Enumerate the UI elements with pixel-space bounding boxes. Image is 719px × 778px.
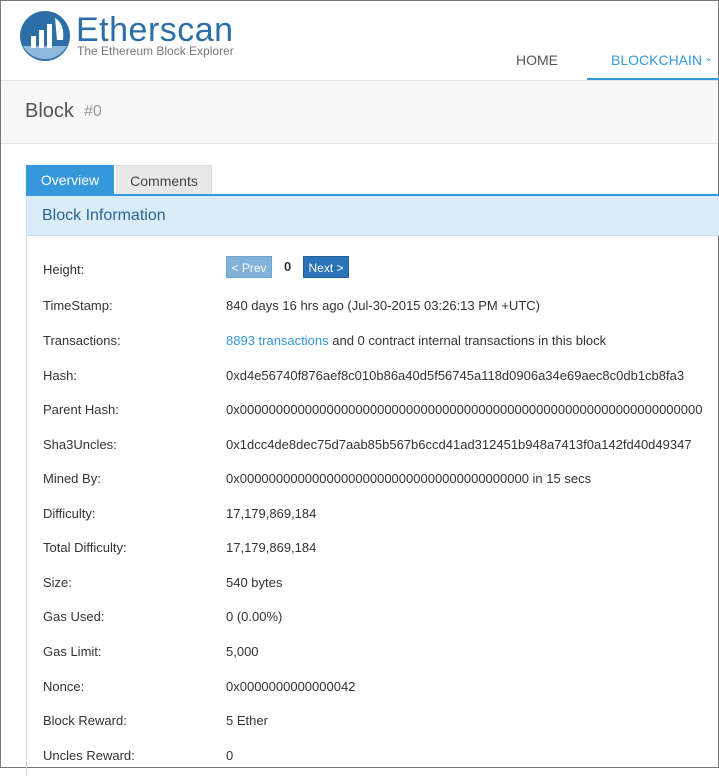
row-block-reward: Block Reward: 5 Ether bbox=[27, 713, 719, 743]
tab-overview[interactable]: Overview bbox=[26, 165, 114, 195]
row-parent-hash: Parent Hash: 0x0000000000000000000000000… bbox=[27, 402, 719, 432]
sha3uncles-label: Sha3Uncles: bbox=[43, 437, 117, 452]
brand-tagline: The Ethereum Block Explorer bbox=[77, 44, 234, 58]
block-number: #0 bbox=[84, 103, 102, 120]
parent-hash-label: Parent Hash: bbox=[43, 402, 119, 417]
difficulty-label: Difficulty: bbox=[43, 506, 96, 521]
total-difficulty-value: 17,179,869,184 bbox=[226, 540, 317, 555]
difficulty-value: 17,179,869,184 bbox=[226, 506, 317, 521]
uncles-reward-label: Uncles Reward: bbox=[43, 748, 135, 763]
nav-home-link[interactable]: HOME bbox=[516, 52, 558, 68]
transactions-link[interactable]: 8893 transactions bbox=[226, 333, 329, 348]
row-difficulty: Difficulty: 17,179,869,184 bbox=[27, 506, 719, 536]
row-gas-limit: Gas Limit: 5,000 bbox=[27, 644, 719, 674]
page-title: Block bbox=[25, 100, 74, 122]
page-title-bar: Block #0 bbox=[1, 81, 718, 144]
row-timestamp: TimeStamp: 840 days 16 hrs ago (Jul-30-2… bbox=[27, 298, 719, 328]
nav-blockchain-label: BLOCKCHAIN bbox=[611, 52, 703, 68]
row-hash: Hash: 0xd4e56740f876aef8c010b86a40d5f567… bbox=[27, 368, 719, 398]
row-nonce: Nonce: 0x0000000000000042 bbox=[27, 679, 719, 709]
parent-hash-value: 0x00000000000000000000000000000000000000… bbox=[226, 402, 703, 417]
gas-used-label: Gas Used: bbox=[43, 609, 105, 624]
row-total-difficulty: Total Difficulty: 17,179,869,184 bbox=[27, 540, 719, 570]
row-height: Height: < Prev 0 Next > bbox=[27, 256, 719, 292]
gas-used-value: 0 (0.00%) bbox=[226, 609, 283, 624]
etherscan-logo-icon[interactable] bbox=[19, 10, 71, 62]
total-difficulty-label: Total Difficulty: bbox=[43, 540, 127, 555]
height-value: 0 bbox=[284, 259, 292, 274]
chevron-down-icon: ⌄ bbox=[704, 52, 714, 64]
hash-label: Hash: bbox=[43, 368, 77, 383]
gas-limit-label: Gas Limit: bbox=[43, 644, 102, 659]
block-info-panel: Block Information Height: < Prev 0 Next … bbox=[26, 196, 719, 776]
block-reward-label: Block Reward: bbox=[43, 713, 127, 728]
nonce-value: 0x0000000000000042 bbox=[226, 679, 356, 694]
nav-blockchain-menu[interactable]: BLOCKCHAIN ⌄ bbox=[587, 40, 719, 80]
uncles-reward-value: 0 bbox=[226, 748, 234, 763]
hash-value: 0xd4e56740f876aef8c010b86a40d5f56745a118… bbox=[226, 368, 685, 383]
height-label: Height: bbox=[43, 262, 85, 277]
nonce-label: Nonce: bbox=[43, 679, 85, 694]
panel-title: Block Information bbox=[42, 207, 166, 224]
row-size: Size: 540 bytes bbox=[27, 575, 719, 605]
size-label: Size: bbox=[43, 575, 72, 590]
site-header: Etherscan The Ethereum Block Explorer HO… bbox=[1, 1, 719, 81]
row-gas-used: Gas Used: 0 (0.00%) bbox=[27, 609, 719, 639]
timestamp-label: TimeStamp: bbox=[43, 298, 113, 313]
panel-header: Block Information bbox=[27, 196, 719, 236]
row-transactions: Transactions: 8893 transactions and 0 co… bbox=[27, 333, 719, 363]
block-reward-value: 5 Ether bbox=[226, 713, 268, 728]
transactions-value: 8893 transactions and 0 contract interna… bbox=[226, 333, 606, 348]
next-block-button[interactable]: Next > bbox=[303, 256, 349, 278]
transactions-label: Transactions: bbox=[43, 333, 121, 348]
prev-block-button[interactable]: < Prev bbox=[226, 256, 272, 278]
row-mined-by: Mined By: 0x0000000000000000000000000000… bbox=[27, 471, 719, 501]
tab-comments[interactable]: Comments bbox=[116, 165, 212, 195]
row-sha3uncles: Sha3Uncles: 0x1dcc4de8dec75d7aab85b567b6… bbox=[27, 437, 719, 467]
mined-by-label: Mined By: bbox=[43, 471, 101, 486]
size-value: 540 bytes bbox=[226, 575, 283, 590]
mined-by-value: 0x00000000000000000000000000000000000000… bbox=[226, 471, 592, 486]
transactions-suffix: and 0 contract internal transactions in … bbox=[328, 333, 607, 348]
row-uncles-reward: Uncles Reward: 0 bbox=[27, 748, 719, 778]
sha3uncles-value: 0x1dcc4de8dec75d7aab85b567b6ccd41ad31245… bbox=[226, 437, 692, 452]
timestamp-value: 840 days 16 hrs ago (Jul-30-2015 03:26:1… bbox=[226, 298, 540, 313]
gas-limit-value: 5,000 bbox=[226, 644, 259, 659]
